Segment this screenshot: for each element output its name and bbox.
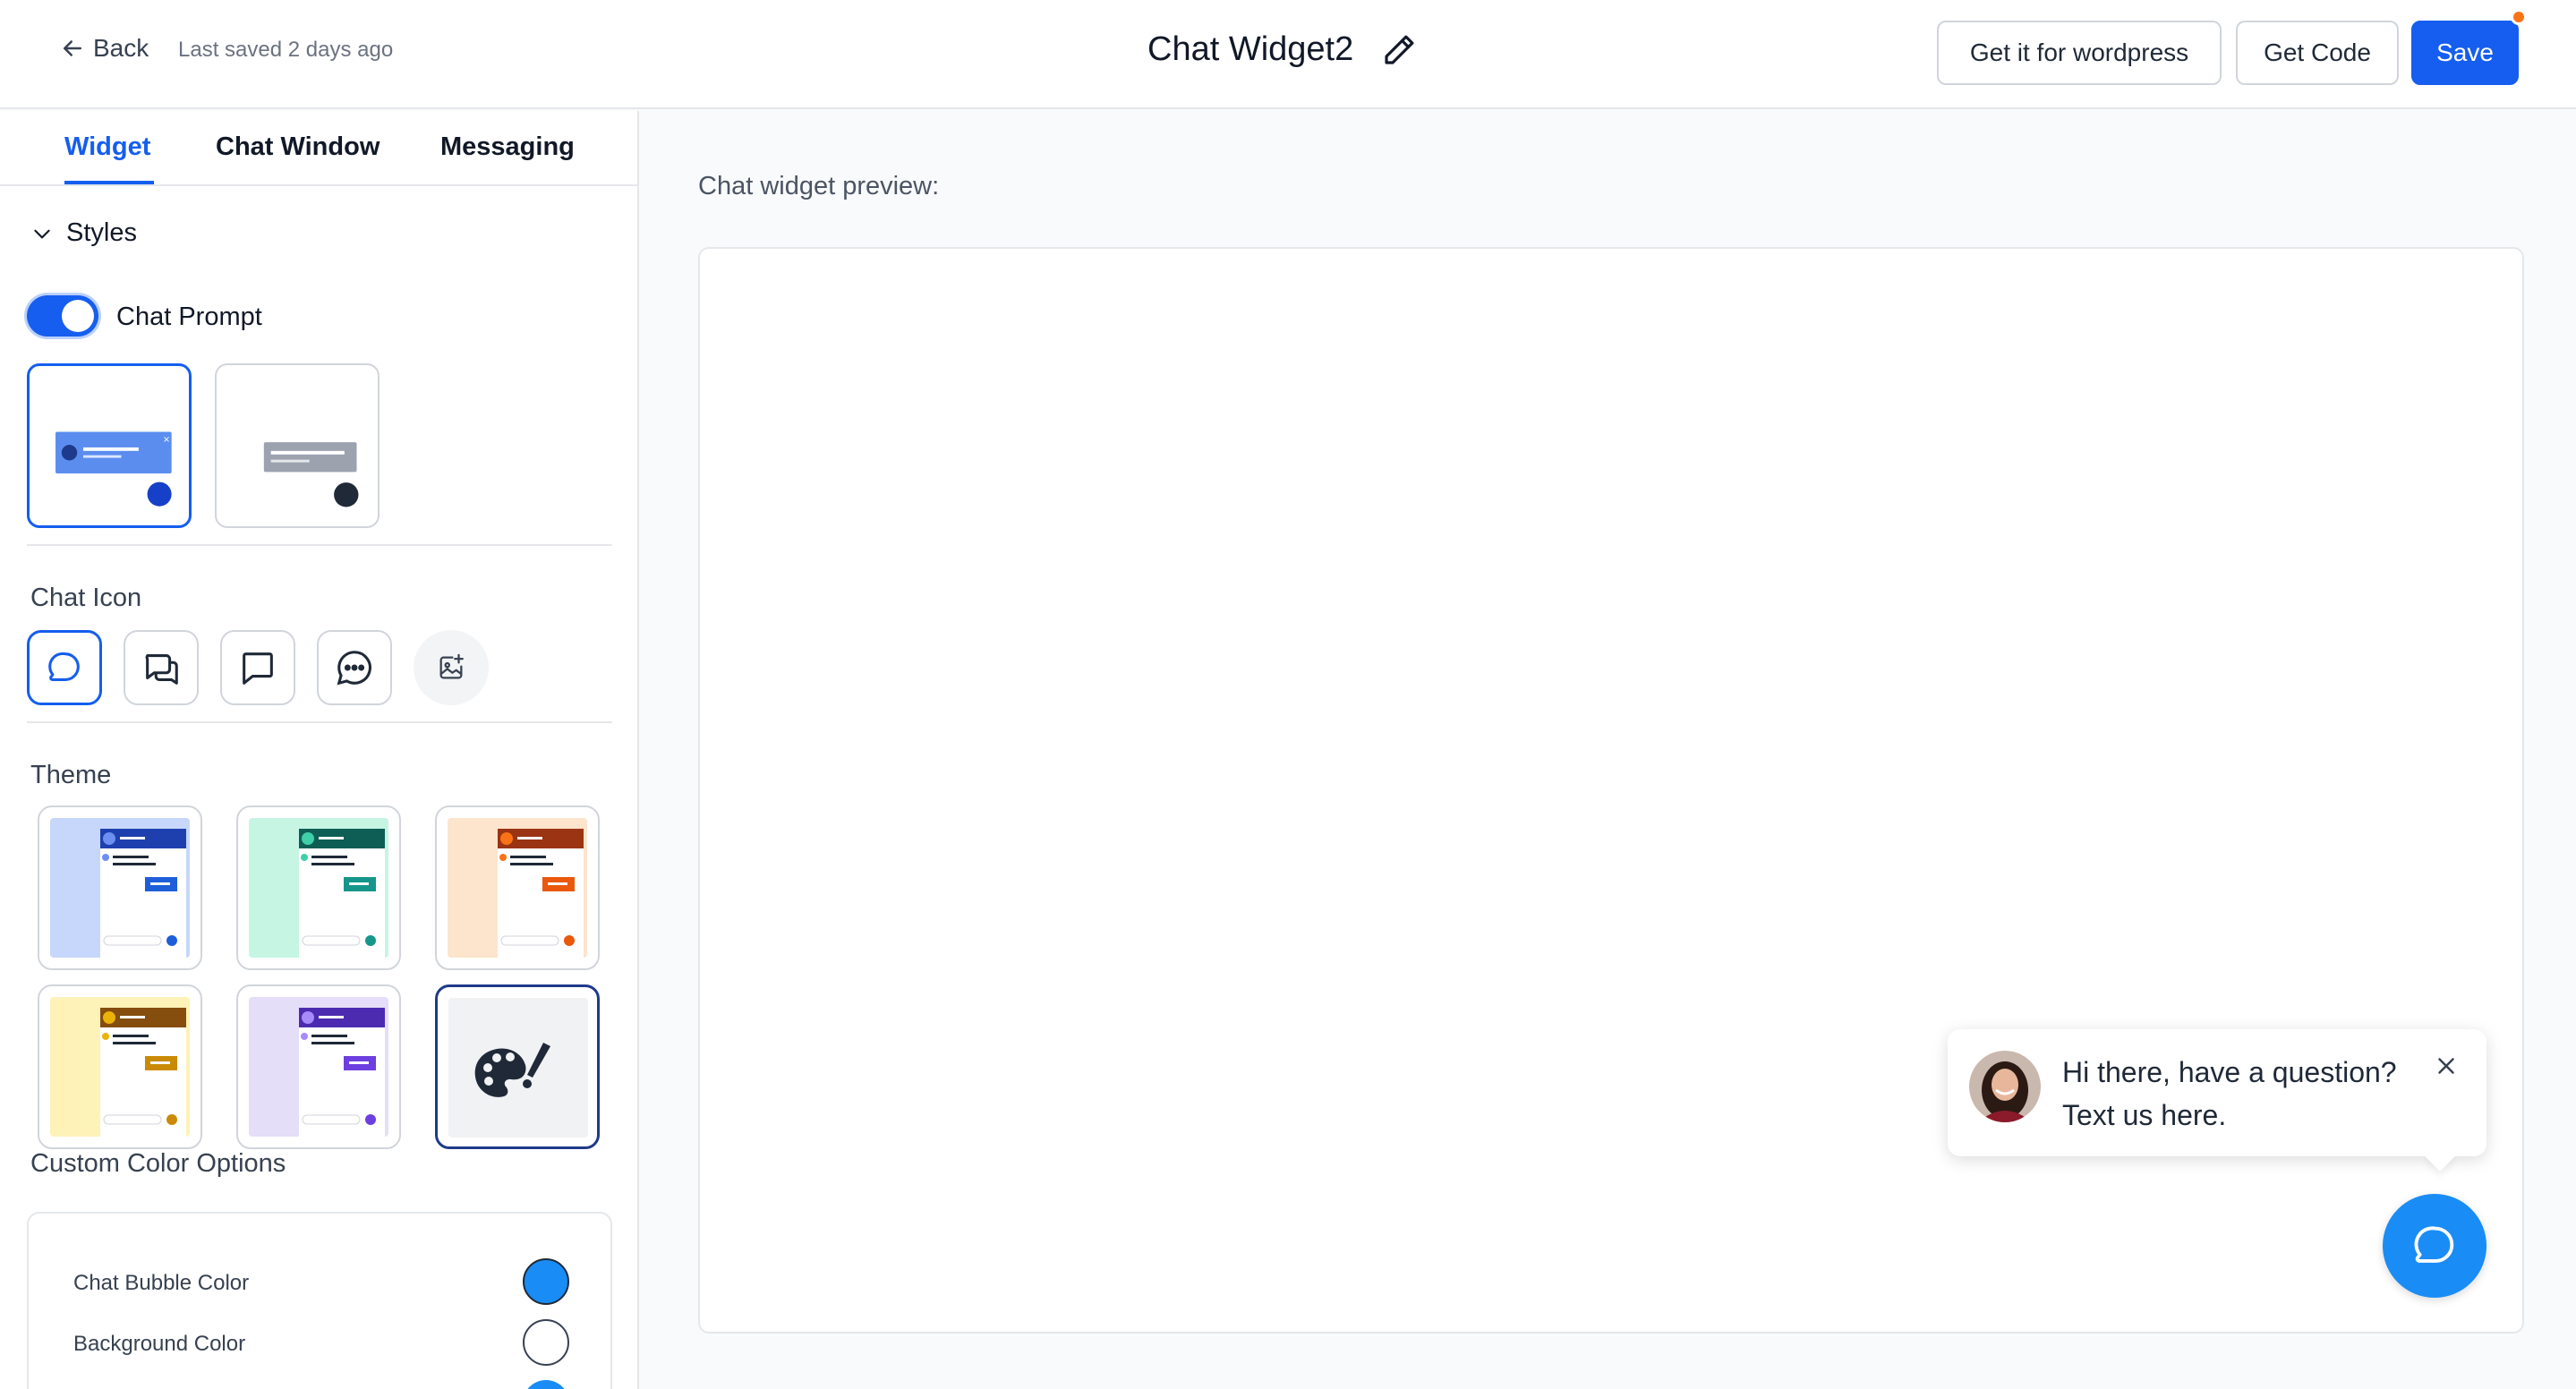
chat-icon-upload-button[interactable]	[414, 630, 489, 705]
widget-title-group: Chat Widget2	[1147, 30, 1418, 69]
square-chat-bubble-icon	[243, 652, 273, 685]
custom-color-label: Custom Color Options	[30, 1149, 286, 1178]
settings-sidebar: Widget Chat Window Messaging Styles Chat…	[0, 111, 639, 1389]
save-button[interactable]: Save	[2411, 21, 2519, 85]
preview-label: Chat widget preview:	[698, 172, 940, 200]
styles-section-label: Styles	[66, 218, 137, 247]
back-button[interactable]: Back	[59, 34, 149, 63]
arrow-left-icon	[64, 40, 81, 56]
chat-prompt-toggle[interactable]	[27, 295, 98, 337]
theme-option-orange[interactable]	[435, 805, 600, 970]
prompt-style-gray-preview	[263, 442, 359, 507]
chat-icon-option-double[interactable]	[124, 630, 199, 705]
active-tab-indicator	[64, 181, 154, 184]
widget-preview-canvas	[698, 247, 2524, 1334]
chat-icon-option-bubble[interactable]	[27, 630, 102, 705]
chat-bubble-color-label: Chat Bubble Color	[73, 1271, 250, 1295]
theme-yellow-preview	[50, 997, 190, 1137]
chat-bubble-icon	[2414, 1226, 2454, 1263]
notification-dot	[2511, 9, 2527, 25]
chat-bubble-icon	[48, 652, 80, 681]
double-chat-bubble-icon	[145, 654, 178, 685]
section-divider	[27, 544, 612, 546]
theme-option-custom[interactable]	[435, 984, 600, 1149]
section-divider	[27, 721, 612, 723]
tab-chat-window[interactable]: Chat Window	[216, 132, 380, 162]
page-title: Chat Widget2	[1147, 30, 1354, 68]
theme-blue-preview	[50, 818, 190, 958]
svg-text:×: ×	[163, 435, 170, 445]
theme-option-green[interactable]	[236, 805, 401, 970]
prompt-style-blue-preview: ×	[55, 431, 172, 507]
theme-option-purple[interactable]	[236, 984, 401, 1149]
tab-widget[interactable]: Widget	[64, 132, 150, 162]
theme-option-blue[interactable]	[38, 805, 202, 970]
top-header: Back Last saved 2 days ago Chat Widget2 …	[0, 0, 2576, 109]
avatar	[1969, 1051, 2041, 1122]
tab-messaging[interactable]: Messaging	[440, 132, 575, 162]
prompt-message: Hi there, have a question? Text us here.	[2062, 1051, 2397, 1137]
custom-color-panel: Chat Bubble Color Background Color	[27, 1212, 612, 1389]
accent-color-swatch[interactable]	[523, 1380, 569, 1389]
background-color-swatch[interactable]	[523, 1319, 569, 1366]
chat-prompt-label: Chat Prompt	[116, 303, 262, 331]
prompt-line-1: Hi there, have a question?	[2062, 1056, 2397, 1088]
chat-bubble-color-swatch[interactable]	[523, 1258, 569, 1305]
chevron-down-icon	[34, 229, 50, 238]
last-saved-text: Last saved 2 days ago	[178, 38, 394, 62]
theme-green-preview	[249, 818, 388, 958]
get-wordpress-button[interactable]: Get it for wordpress	[1937, 21, 2222, 85]
palette-icon	[448, 998, 588, 1138]
prompt-style-gray-option[interactable]	[215, 363, 380, 528]
avatar-image	[1969, 1051, 2041, 1122]
theme-purple-preview	[249, 997, 388, 1137]
chat-icon-label: Chat Icon	[30, 584, 142, 612]
theme-label: Theme	[30, 761, 112, 789]
prompt-style-blue-option[interactable]: ×	[27, 363, 192, 528]
toggle-knob	[62, 300, 94, 332]
pencil-icon[interactable]	[1380, 31, 1418, 69]
background-color-label: Background Color	[73, 1332, 246, 1356]
theme-option-yellow[interactable]	[38, 984, 202, 1149]
upload-image-icon	[439, 653, 464, 679]
styles-section-toggle[interactable]: Styles	[30, 218, 137, 248]
close-icon[interactable]	[2433, 1052, 2460, 1079]
tab-bar: Widget Chat Window Messaging	[0, 111, 637, 186]
get-code-button[interactable]: Get Code	[2236, 21, 2399, 85]
chat-prompt-popup[interactable]: Hi there, have a question? Text us here.	[1948, 1029, 2486, 1172]
chat-dots-icon	[337, 651, 371, 686]
chat-icon-option-square[interactable]	[220, 630, 295, 705]
prompt-line-2: Text us here.	[2062, 1099, 2227, 1131]
chat-launcher-button[interactable]	[2383, 1194, 2486, 1298]
chat-icon-option-dots[interactable]	[317, 630, 392, 705]
theme-orange-preview	[448, 818, 587, 958]
back-label: Back	[93, 34, 149, 62]
